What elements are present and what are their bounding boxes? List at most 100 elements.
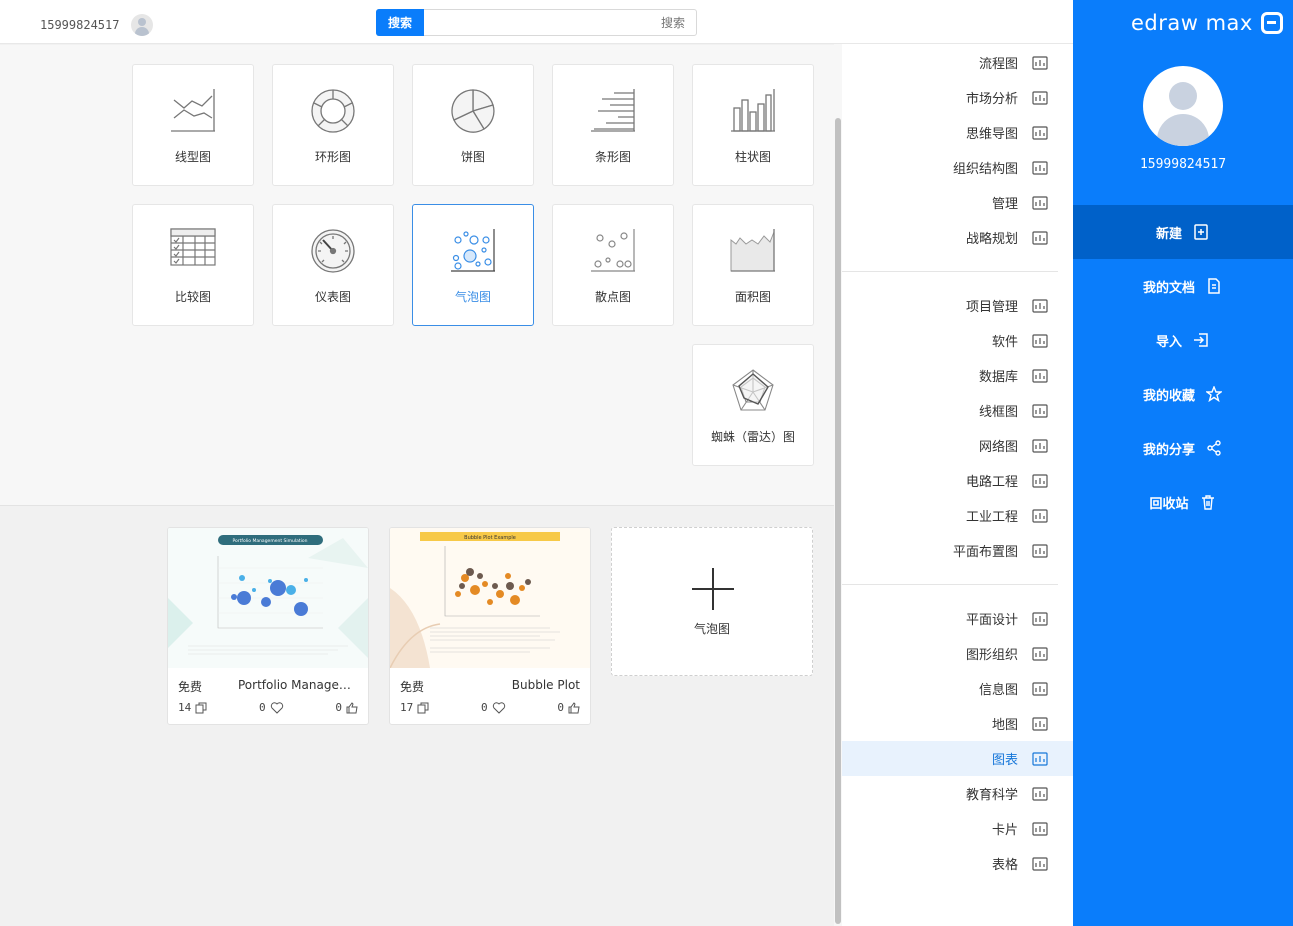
category-label: 地图 (991, 718, 1018, 733)
chart-type-gauge[interactable]: 仪表图 (272, 204, 394, 326)
chart-type-bubble[interactable]: 气泡图 (412, 204, 534, 326)
category-icon (1030, 53, 1050, 73)
sidebar-item-add-file[interactable]: 新建 (1073, 205, 1293, 259)
thumbs-up-icon (346, 701, 358, 713)
category-label: 平面设计 (965, 613, 1018, 628)
logo-text: edraw max (1131, 11, 1253, 35)
category-item[interactable]: 数据库 (842, 358, 1073, 393)
category-icon (1030, 471, 1050, 491)
content-scrollbar[interactable] (834, 44, 842, 926)
template-info: 免费 Portfolio Managemen... (178, 678, 358, 695)
template-name: Portfolio Managemen... (238, 678, 358, 692)
copy-count[interactable]: 17 (400, 701, 429, 714)
horizontal-bar-icon (591, 89, 635, 132)
chart-type-line[interactable]: 线型图 (132, 64, 254, 186)
category-item[interactable]: 管理 (842, 185, 1073, 220)
category-item[interactable]: 信息图 (842, 671, 1073, 706)
category-item[interactable]: 图表 (842, 741, 1073, 776)
sidebar-item-label: 导入 (1155, 334, 1182, 350)
category-label: 图表 (991, 753, 1018, 768)
favorite-count[interactable]: 0 (481, 701, 506, 714)
category-icon (1030, 158, 1050, 178)
chart-type-comparison[interactable]: 比较图 (132, 204, 254, 326)
category-icon (1030, 401, 1050, 421)
category-item[interactable]: 项目管理 (842, 288, 1073, 323)
header-user[interactable]: 15999824517 (40, 14, 154, 36)
category-label: 电路工程 (965, 475, 1018, 490)
category-item[interactable]: 组织结构图 (842, 150, 1073, 185)
scrollbar-thumb[interactable] (835, 118, 841, 924)
main-sidebar: edraw max 15999824517 新建 我的文档 导入 我的收藏 我的分享 回收… (1073, 0, 1293, 926)
chart-type-area[interactable]: 面积图 (692, 204, 814, 326)
favorite-count[interactable]: 0 (259, 701, 284, 714)
chart-type-label: 仪表图 (314, 290, 351, 304)
category-label: 图形组织 (965, 648, 1018, 663)
new-blank-label: 气泡图 (693, 622, 730, 636)
category-item[interactable]: 市场分析 (842, 80, 1073, 115)
sidebar-item-document[interactable]: 我的文档 (1073, 259, 1293, 313)
chart-type-radar[interactable]: 蜘蛛（雷达）图 (692, 344, 814, 466)
category-item[interactable]: 平面设计 (842, 601, 1073, 636)
category-icon (1030, 123, 1050, 143)
sidebar-item-label: 新建 (1155, 226, 1182, 242)
template-price: 免费 (400, 680, 425, 694)
chart-type-bar[interactable]: 柱状图 (692, 64, 814, 186)
category-item[interactable]: 流程图 (842, 45, 1073, 80)
chart-type-donut[interactable]: 环形图 (272, 64, 394, 186)
category-item[interactable]: 表格 (842, 846, 1073, 881)
sidebar-item-star[interactable]: 我的收藏 (1073, 367, 1293, 421)
category-item[interactable]: 思维导图 (842, 115, 1073, 150)
template-thumbnail: Portfolio Management Simulation (168, 528, 368, 668)
category-label: 流程图 (978, 57, 1018, 72)
category-item[interactable]: 教育科学 (842, 776, 1073, 811)
template-card[interactable]: Bubble Plot Example 免费 Bubble Plot 17 0 … (389, 527, 591, 725)
category-label: 数据库 (978, 370, 1018, 385)
copy-icon (195, 702, 207, 713)
template-thumbnail: Bubble Plot Example (390, 528, 590, 668)
category-item[interactable]: 平面布置图 (842, 533, 1073, 568)
category-item[interactable]: 地图 (842, 706, 1073, 741)
category-label: 管理 (991, 197, 1018, 212)
category-item[interactable]: 网络图 (842, 428, 1073, 463)
search-button[interactable]: 搜索 (376, 9, 424, 36)
chart-type-label: 柱状图 (734, 150, 771, 164)
like-count[interactable]: 0 (557, 701, 580, 714)
template-stats: 14 0 0 (178, 701, 358, 714)
profile-avatar-icon[interactable] (1143, 66, 1223, 146)
category-label: 思维导图 (965, 127, 1018, 142)
category-item[interactable]: 工业工程 (842, 498, 1073, 533)
line-chart-icon (171, 89, 215, 132)
chart-type-pie[interactable]: 饼图 (412, 64, 534, 186)
new-blank-bubble-chart[interactable]: 气泡图 (611, 527, 813, 676)
category-item[interactable]: 卡片 (842, 811, 1073, 846)
category-item[interactable]: 软件 (842, 323, 1073, 358)
category-item[interactable]: 线框图 (842, 393, 1073, 428)
category-label: 教育科学 (965, 788, 1018, 803)
like-count[interactable]: 0 (335, 701, 358, 714)
sidebar-item-import[interactable]: 导入 (1073, 313, 1293, 367)
scatter-chart-icon (591, 229, 635, 272)
category-icon (1030, 854, 1050, 874)
top-header: 15999824517 搜索 (0, 0, 1073, 44)
user-avatar-icon[interactable] (131, 14, 154, 36)
sidebar-item-trash[interactable]: 回收站 (1073, 475, 1293, 529)
sidebar-item-share[interactable]: 我的分享 (1073, 421, 1293, 475)
category-divider (842, 584, 1058, 585)
copy-count[interactable]: 14 (178, 701, 207, 714)
category-item[interactable]: 图形组织 (842, 636, 1073, 671)
category-item[interactable]: 战略规划 (842, 220, 1073, 255)
search-input[interactable] (427, 10, 693, 35)
category-item[interactable]: 电路工程 (842, 463, 1073, 498)
copy-icon (417, 702, 429, 713)
category-icon (1030, 193, 1050, 213)
search-box: 搜索 (376, 9, 697, 36)
chart-type-scatter[interactable]: 散点图 (552, 204, 674, 326)
category-icon (1030, 819, 1050, 839)
category-label: 平面布置图 (952, 545, 1018, 560)
comparison-table-icon (170, 228, 216, 266)
category-label: 信息图 (978, 683, 1018, 698)
chart-type-horizontal-bar[interactable]: 条形图 (552, 64, 674, 186)
category-icon (1030, 644, 1050, 664)
category-label: 组织结构图 (952, 162, 1018, 177)
template-card[interactable]: Portfolio Management Simulation 免费 Portf… (167, 527, 369, 725)
